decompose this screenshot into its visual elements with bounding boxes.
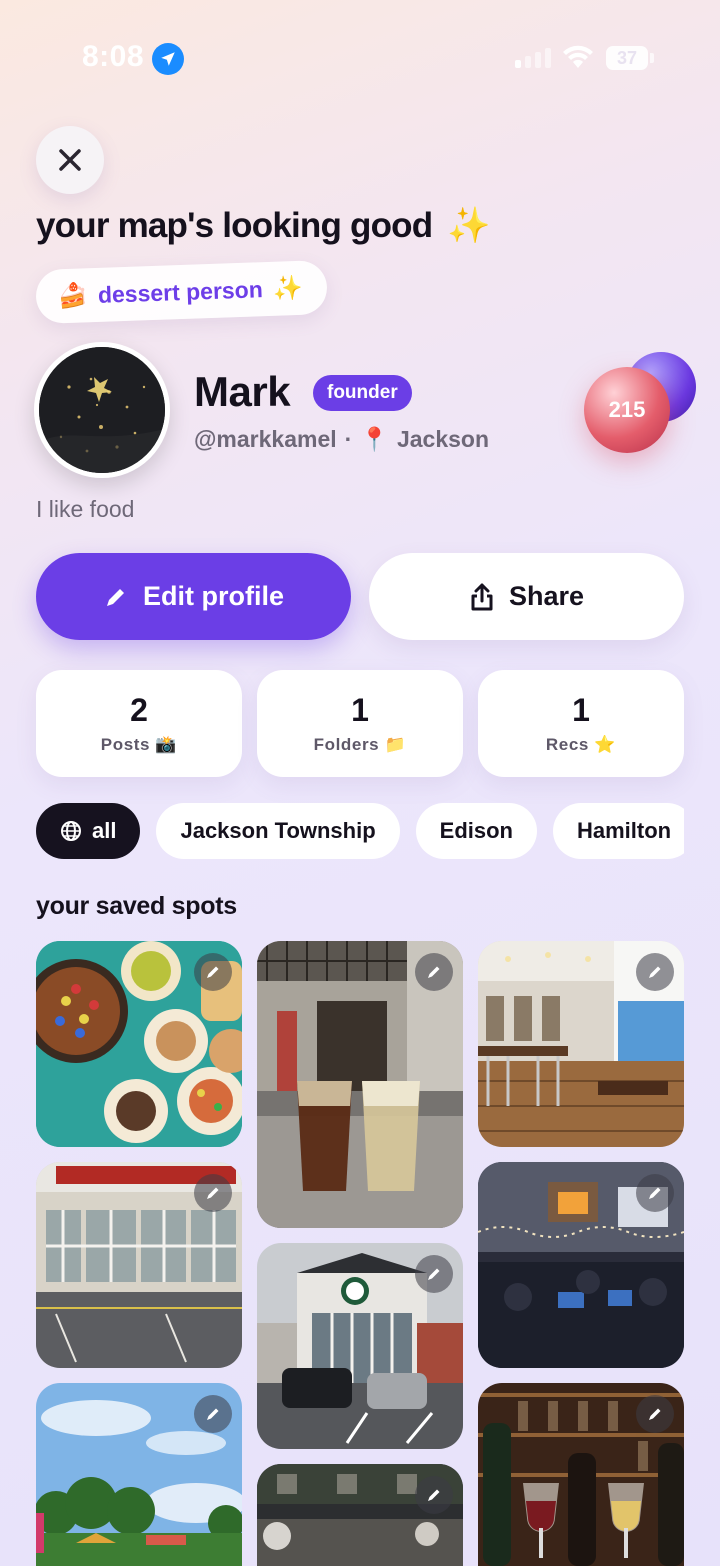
park-photo[interactable] [36,1383,242,1566]
stat-label: Posts 📸 [100,735,178,754]
chip-jackson-township[interactable]: Jackson Township [156,803,400,859]
outdoor-bar-photo[interactable] [257,1464,463,1566]
profile-handle: @markkamel [194,426,337,452]
edit-icon[interactable] [415,1255,453,1293]
wifi-icon [562,44,594,75]
stat-label: Recs ⭐ [545,735,617,754]
sparkles-emoji: ✨ [447,206,491,245]
meta-separator: · [344,426,353,452]
cake-emoji: 🍰 [57,281,89,310]
battery-tip [650,53,654,63]
profile-location: Jackson [396,426,490,452]
pin-emoji: 📍 [360,426,389,452]
globe-icon [61,821,81,841]
stat-value: 1 [351,692,369,728]
cellular-signal-icon [515,48,551,68]
brewery-building-photo[interactable] [257,1243,463,1449]
pencil-icon [107,588,124,606]
chip-label: all [92,818,117,843]
edit-icon[interactable] [194,953,232,991]
battery-indicator: 37 [606,46,648,70]
filter-chips: all Jackson Township Edison Hamilton [36,803,684,859]
founder-badge: founder [313,375,412,411]
storefront-photo[interactable] [36,1162,242,1368]
headline-text: your map's looking good [36,206,433,245]
stat-folders[interactable]: 1 Folders 📁 [257,670,463,777]
close-button[interactable] [36,126,104,194]
avatar[interactable] [34,342,170,478]
beer-glasses-photo[interactable] [257,941,463,1228]
chip-label: Hamilton [577,818,672,843]
edit-icon[interactable] [636,1174,674,1212]
profile-name: Mark [194,368,291,415]
restaurant-interior-photo[interactable] [478,1162,684,1368]
status-time: 8:08 [82,40,145,73]
stat-value: 2 [130,692,148,728]
edit-icon[interactable] [636,1395,674,1433]
chip-all[interactable]: all [36,803,141,859]
profile-meta: @markkamel · 📍 Jackson [194,426,489,453]
stat-value: 1 [572,692,590,728]
stat-recs[interactable]: 1 Recs ⭐ [478,670,684,777]
persona-label: dessert person [97,275,264,308]
edit-icon[interactable] [636,953,674,991]
share-button[interactable]: Share [369,553,684,640]
cafe-dining-photo[interactable] [478,941,684,1147]
sparkles-emoji: ✨ [272,274,304,303]
stat-posts[interactable]: 2 Posts 📸 [36,670,242,777]
chip-label: Jackson Township [180,818,376,843]
close-icon [59,149,81,171]
edit-icon[interactable] [194,1174,232,1212]
dessert-platter-photo[interactable] [36,941,242,1147]
edit-icon[interactable] [415,1476,453,1514]
profile-bio: I like food [36,496,135,522]
edit-icon[interactable] [415,953,453,991]
share-icon [471,583,493,610]
chip-label: Edison [439,818,513,843]
chip-edison[interactable]: Edison [415,803,537,859]
share-label: Share [508,581,585,611]
edit-profile-button[interactable]: Edit profile [36,553,351,640]
stat-label: Folders 📁 [313,735,407,754]
wine-bar-photo[interactable] [478,1383,684,1566]
chip-hamilton[interactable]: Hamilton [553,803,684,859]
points-orb[interactable]: 215 [584,367,670,453]
page-headline: your map's looking good ✨ [36,205,491,246]
persona-badge[interactable]: 🍰 dessert person ✨ [35,259,328,325]
saved-spots-title: your saved spots [36,892,237,920]
edit-icon[interactable] [194,1395,232,1433]
points-value: 215 [608,397,646,422]
edit-profile-label: Edit profile [143,581,284,611]
location-arrow-icon [152,43,184,75]
